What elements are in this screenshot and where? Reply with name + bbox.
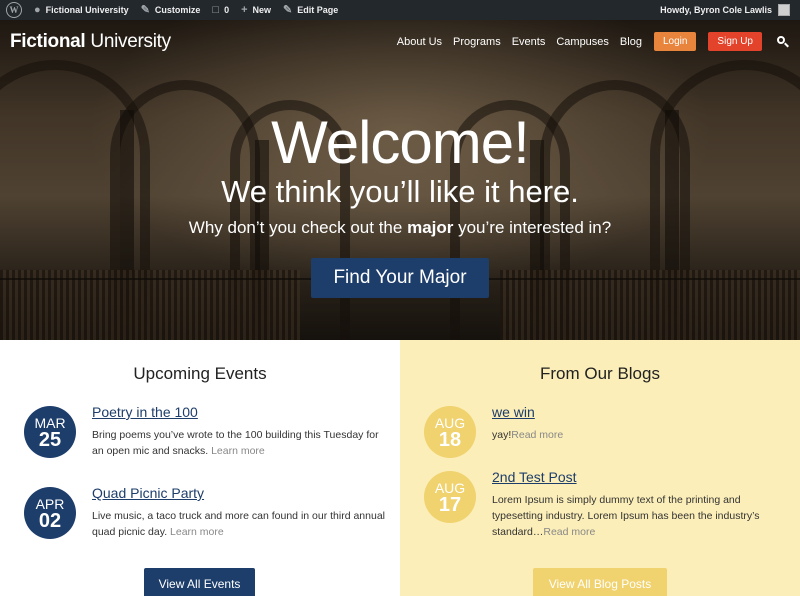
nav-events[interactable]: Events: [512, 36, 546, 48]
admin-account[interactable]: Howdy, Byron Cole Lawlis: [660, 0, 800, 20]
event-title-link[interactable]: Poetry in the 100: [92, 404, 198, 420]
search-icon[interactable]: [776, 35, 790, 49]
blog-day: 18: [438, 429, 462, 451]
admin-new[interactable]: + New: [235, 0, 277, 20]
admin-site-name[interactable]: ● Fictional University: [28, 0, 135, 20]
logo-light: University: [85, 31, 171, 52]
wp-admin-bar: W ● Fictional University ✎ Customize □ 0…: [0, 0, 800, 20]
site-header: Fictional University About Us Programs E…: [0, 20, 800, 64]
event-date-badge[interactable]: MAR 25: [24, 406, 76, 458]
wp-logo-menu[interactable]: W: [0, 0, 28, 20]
avatar: [778, 4, 790, 16]
read-more-link[interactable]: Read more: [511, 429, 563, 441]
hero-tagline-bold: major: [407, 218, 454, 237]
event-date-badge[interactable]: APR 02: [24, 487, 76, 539]
event-title-link[interactable]: Quad Picnic Party: [92, 485, 204, 501]
admin-comments[interactable]: □ 0: [206, 0, 235, 20]
hero-subtitle: We think you’ll like it here.: [221, 174, 579, 209]
event-month: MAR: [34, 415, 66, 431]
main-nav: About Us Programs Events Campuses Blog L…: [386, 32, 790, 51]
wordpress-icon: W: [6, 2, 22, 18]
blog-excerpt: Lorem Ipsum is simply dummy text of the …: [492, 494, 760, 538]
admin-customize-label: Customize: [154, 5, 201, 15]
view-all-blog-posts-button[interactable]: View All Blog Posts: [533, 568, 667, 596]
plus-icon: +: [241, 3, 248, 16]
events-section: Upcoming Events MAR 25 Poetry in the 100…: [0, 340, 400, 596]
learn-more-link[interactable]: Learn more: [170, 526, 224, 538]
blog-date-badge[interactable]: AUG 18: [424, 406, 476, 458]
brush-icon: ✎: [140, 3, 150, 16]
event-excerpt: Live music, a taco truck and more can fo…: [92, 510, 385, 538]
blog-month: AUG: [434, 415, 466, 431]
learn-more-link[interactable]: Learn more: [211, 445, 265, 457]
dashboard-icon: ●: [34, 3, 41, 16]
admin-site-name-label: Fictional University: [45, 5, 129, 15]
admin-howdy: Howdy, Byron Cole Lawlis: [660, 5, 772, 15]
pencil-icon: ✎: [283, 3, 293, 16]
blog-date-badge[interactable]: AUG 17: [424, 471, 476, 523]
admin-edit-page-label: Edit Page: [297, 5, 339, 15]
blogs-section: From Our Blogs AUG 18 we win yay!Read mo…: [400, 340, 800, 596]
nav-campuses[interactable]: Campuses: [556, 36, 609, 48]
blog-title-link[interactable]: we win: [492, 404, 535, 420]
read-more-link[interactable]: Read more: [543, 526, 595, 538]
nav-about-us[interactable]: About Us: [397, 36, 442, 48]
blog-month: AUG: [434, 480, 466, 496]
view-all-events-button[interactable]: View All Events: [144, 568, 255, 596]
site-logo[interactable]: Fictional University: [10, 31, 171, 53]
event-day: 02: [38, 510, 62, 532]
comment-icon: □: [212, 3, 220, 16]
logo-bold: Fictional: [10, 31, 86, 52]
signup-button[interactable]: Sign Up: [708, 32, 762, 51]
event-excerpt: Bring poems you’ve wrote to the 100 buil…: [92, 429, 379, 457]
events-heading: Upcoming Events: [133, 364, 267, 383]
hero-tagline: Why don’t you check out the major you’re…: [188, 218, 612, 237]
hero-welcome: Welcome!: [271, 109, 530, 176]
admin-comments-count: 0: [224, 5, 230, 15]
admin-edit-page[interactable]: ✎ Edit Page: [277, 0, 344, 20]
find-your-major-button[interactable]: Find Your Major: [311, 258, 489, 298]
blog-excerpt: yay!Read more: [492, 429, 564, 441]
blogs-heading: From Our Blogs: [540, 364, 660, 383]
nav-blog[interactable]: Blog: [620, 36, 642, 48]
blog-day: 17: [438, 494, 462, 516]
event-month: APR: [35, 496, 65, 512]
blog-title-link[interactable]: 2nd Test Post: [492, 469, 577, 485]
login-button[interactable]: Login: [653, 32, 697, 51]
event-day: 25: [38, 429, 62, 451]
admin-customize[interactable]: ✎ Customize: [135, 0, 207, 20]
nav-programs[interactable]: Programs: [453, 36, 501, 48]
admin-new-label: New: [252, 5, 272, 15]
